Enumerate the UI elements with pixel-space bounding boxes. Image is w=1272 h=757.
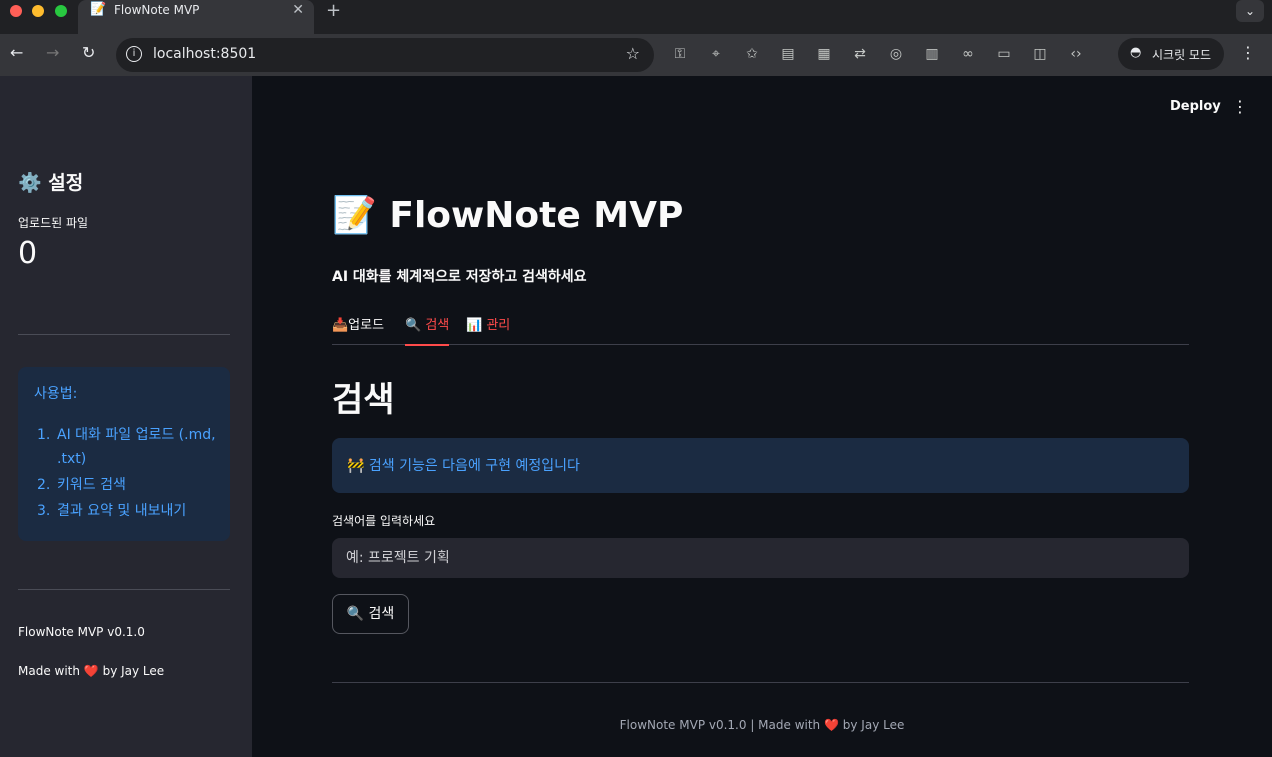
devtools-icon[interactable]: ‹› — [1067, 45, 1085, 63]
more-vertical-icon[interactable]: ⋮ — [1232, 97, 1248, 116]
tab-manage[interactable]: 📊 관리 — [466, 314, 510, 346]
divider — [18, 334, 230, 335]
incognito-label: 시크릿 모드 — [1152, 48, 1212, 62]
browser-toolbar: ← → ↻ i localhost:8501 ☆ ⚿ ⌖ ✩ ▤ ▦ ⇄ ◎ ▥… — [0, 34, 1272, 76]
usage-list: 1. AI 대화 파일 업로드 (.md, .txt) 2. 키워드 검색 3. 결과… — [34, 423, 224, 525]
incognito-badge[interactable]: ◓ 시크릿 모드 — [1118, 38, 1224, 70]
list-item: 3. 결과 요약 및 내보내기 — [37, 503, 187, 519]
reading-list-icon[interactable]: ✩ — [743, 45, 761, 63]
close-icon[interactable]: ✕ — [292, 2, 304, 18]
link-icon[interactable]: ∞ — [959, 45, 977, 63]
usage-info-box: 사용법: 1. AI 대화 파일 업로드 (.md, .txt) 2. 키워드 검색… — [18, 367, 230, 541]
qr-code-icon[interactable]: ▦ — [815, 45, 833, 63]
site-info-icon[interactable]: i — [126, 46, 142, 62]
location-icon[interactable]: ⌖ — [707, 45, 725, 63]
metric-value: 0 — [18, 236, 38, 271]
tab-search[interactable]: 🔍 검색 — [405, 314, 450, 346]
search-button[interactable]: 🔍 검색 — [332, 594, 409, 634]
footer: FlowNote MVP v0.1.0 | Made with ❤️ by Ja… — [619, 718, 905, 732]
info-alert: 🚧 검색 기능은 다음에 구현 예정입니다 — [332, 438, 1189, 493]
book-icon[interactable]: ▥ — [923, 45, 941, 63]
forward-arrow-icon[interactable]: → — [46, 43, 59, 62]
sidebar-title: ⚙️ 설정 — [18, 172, 84, 194]
heart-icon: ❤️ — [83, 664, 99, 678]
tab-favicon-icon: 📝 — [90, 2, 107, 17]
list-item: 2. 키워드 검색 — [37, 477, 126, 493]
alert-text: 🚧 검색 기능은 다음에 구현 예정입니다 — [347, 458, 580, 474]
address-bar[interactable]: i localhost:8501 ☆ — [116, 38, 654, 72]
plus-icon[interactable]: + — [326, 0, 341, 21]
main-content: Deploy ⋮ 📝 FlowNote MVP AI 대화를 체계적으로 저장하… — [252, 76, 1272, 757]
page-title: 📝 FlowNote MVP — [332, 195, 684, 236]
page-subtitle: AI 대화를 체계적으로 저장하고 검색하세요 — [332, 269, 587, 285]
section-heading: 검색 — [332, 380, 395, 420]
more-vertical-icon[interactable]: ⋮ — [1240, 43, 1256, 62]
window-close-button[interactable] — [10, 5, 22, 17]
divider — [18, 589, 230, 590]
side-panel-icon[interactable]: ◫ — [1031, 45, 1049, 63]
reader-mode-icon[interactable]: ▤ — [779, 45, 797, 63]
search-input-label: 검색어를 입력하세요 — [332, 514, 436, 528]
heart-icon: ❤️ — [823, 718, 839, 732]
metric-label: 업로드된 파일 — [18, 216, 89, 230]
key-icon[interactable]: ⚿ — [671, 45, 689, 63]
chevron-down-icon[interactable]: ⌄ — [1236, 0, 1264, 22]
list-item: 1. AI 대화 파일 업로드 (.md, .txt) — [37, 427, 216, 467]
sidebar: ⚙️ 설정 업로드된 파일 0 사용법: 1. AI 대화 파일 업로드 (.md… — [0, 76, 252, 757]
cast-icon[interactable]: ▭ — [995, 45, 1013, 63]
tab-bar: 📥업로드 🔍 검색 📊 관리 — [332, 312, 1189, 346]
sidebar-credit: Made with ❤️ by Jay Lee — [18, 664, 165, 678]
usage-title: 사용법: — [34, 386, 78, 402]
url-text[interactable]: localhost:8501 — [153, 46, 256, 62]
reload-icon[interactable]: ↻ — [82, 43, 95, 62]
back-arrow-icon[interactable]: ← — [10, 43, 23, 62]
translate-icon[interactable]: ⇄ — [851, 45, 869, 63]
lens-icon[interactable]: ◎ — [887, 45, 905, 63]
window-minimize-button[interactable] — [32, 5, 44, 17]
tab-title: FlowNote MVP — [114, 3, 200, 17]
bookmark-star-icon[interactable]: ☆ — [626, 44, 640, 63]
window-zoom-button[interactable] — [55, 5, 67, 17]
deploy-button[interactable]: Deploy — [1170, 99, 1221, 114]
search-input[interactable] — [332, 538, 1189, 578]
tab-upload[interactable]: 📥업로드 — [332, 314, 384, 346]
incognito-icon: ◓ — [1130, 45, 1142, 60]
divider — [332, 682, 1189, 683]
browser-tab[interactable]: 📝 FlowNote MVP ✕ — [78, 0, 314, 34]
browser-tab-bar: 📝 FlowNote MVP ✕ + ⌄ — [0, 0, 1272, 34]
sidebar-version: FlowNote MVP v0.1.0 — [18, 625, 145, 639]
